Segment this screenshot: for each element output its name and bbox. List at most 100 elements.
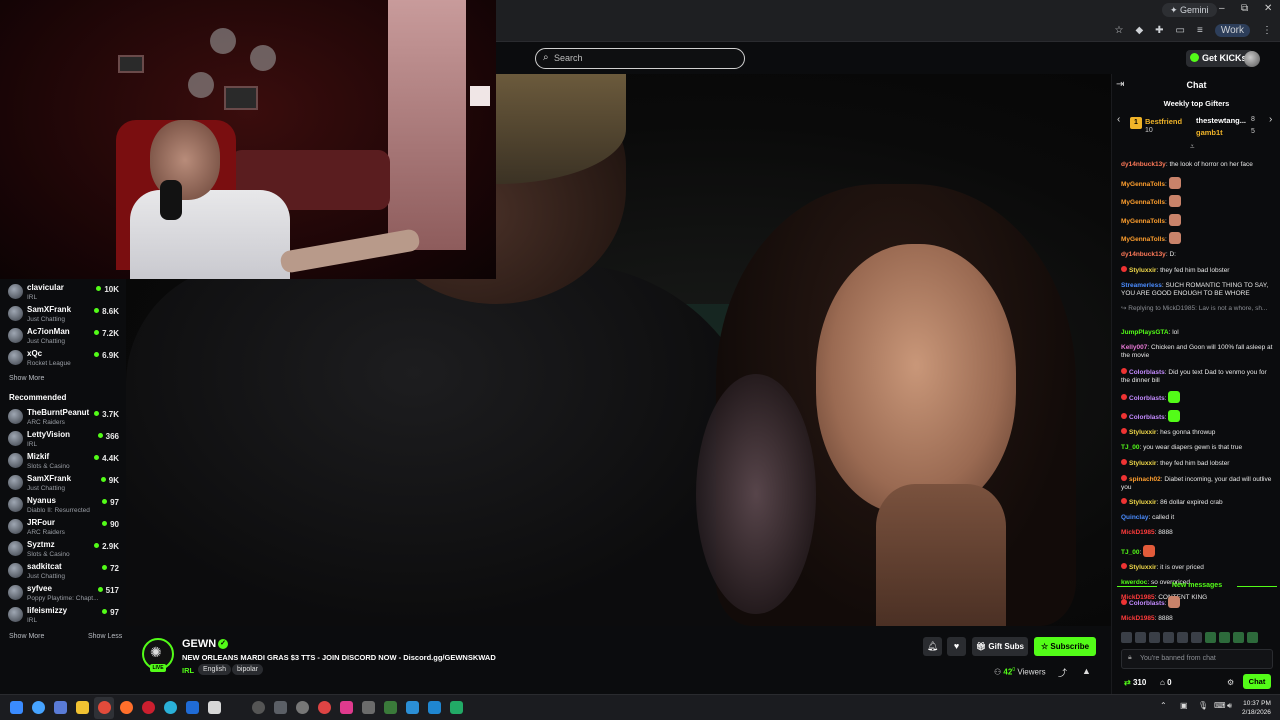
- settings-icon[interactable]: [274, 701, 287, 714]
- tag-english[interactable]: English: [198, 664, 231, 675]
- widgets-icon[interactable]: [54, 701, 67, 714]
- new-messages-divider[interactable]: New messages: [1117, 582, 1277, 589]
- app-icon[interactable]: [384, 701, 397, 714]
- get-kicks-button[interactable]: Get KICKs: [1186, 50, 1253, 67]
- tag-bipolar[interactable]: bipolar: [232, 664, 264, 675]
- emote[interactable]: [1247, 632, 1258, 643]
- chat-username[interactable]: Styluxxir: [1129, 499, 1156, 506]
- stream-category[interactable]: IRL: [182, 666, 194, 675]
- sidebar-channel[interactable]: LettyVision IRL 366: [8, 429, 122, 451]
- sidebar-channel[interactable]: syfvee Poppy Playtime: Chapt... 517: [8, 583, 122, 605]
- tray-chevron-icon[interactable]: ⌃: [1160, 701, 1167, 710]
- gift-subs-button[interactable]: 🎁︎ Gift Subs: [972, 637, 1028, 656]
- file-explorer-icon[interactable]: [76, 701, 89, 714]
- sidebar-channel[interactable]: SamXFrank Just Chatting 8.6K: [8, 304, 122, 326]
- sidebar-channel[interactable]: sadkitcat Just Chatting 72: [8, 561, 122, 583]
- menu-icon[interactable]: ⋮: [1262, 25, 1272, 36]
- chat-username[interactable]: spinach02: [1129, 476, 1161, 483]
- channel-name[interactable]: GEWN: [182, 638, 216, 650]
- chat-input[interactable]: 🔒︎ You're banned from chat: [1121, 649, 1273, 669]
- sidebar-channel[interactable]: xQc Rocket League 6.9K: [8, 348, 122, 370]
- gifter-name[interactable]: gamb1t: [1196, 128, 1223, 137]
- media-icon[interactable]: ≡: [1197, 25, 1203, 36]
- chat-username[interactable]: MickD1985: [1121, 615, 1155, 622]
- share-icon[interactable]: ⤴: [1058, 666, 1067, 679]
- report-icon[interactable]: ▲: [1082, 666, 1091, 676]
- app-icon[interactable]: [450, 701, 463, 714]
- sidebar-channel[interactable]: Mizkif Slots & Casino 4.4K: [8, 451, 122, 473]
- emote[interactable]: [1163, 632, 1174, 643]
- app-icon[interactable]: [362, 701, 375, 714]
- emote[interactable]: [1205, 632, 1216, 643]
- chrome-icon[interactable]: [98, 701, 111, 714]
- chat-username[interactable]: Styluxxir: [1129, 564, 1156, 571]
- show-less-link[interactable]: Show Less: [88, 633, 122, 640]
- edge-icon[interactable]: [164, 701, 177, 714]
- chat-username[interactable]: Kelly007: [1121, 344, 1147, 351]
- chevron-right-icon[interactable]: ›: [1269, 114, 1272, 125]
- notification-bell-icon[interactable]: 🔔︎: [923, 637, 942, 656]
- chevron-left-icon[interactable]: ‹: [1117, 114, 1120, 125]
- gifter-name[interactable]: thestewtang...: [1196, 116, 1246, 125]
- close-icon[interactable]: ✕: [1264, 3, 1272, 14]
- app-icon[interactable]: [296, 701, 309, 714]
- sidebar-channel[interactable]: Nyanus Diablo II: Resurrected 97: [8, 495, 122, 517]
- emote[interactable]: [1219, 632, 1230, 643]
- sidebar-channel[interactable]: clavicular IRL 10K: [8, 282, 122, 304]
- chat-username[interactable]: MyGennaTolls: [1121, 181, 1165, 188]
- chat-username[interactable]: Colorblasts: [1129, 600, 1165, 607]
- store-app-icon[interactable]: [186, 701, 199, 714]
- chat-username[interactable]: MyGennaTolls: [1121, 199, 1165, 206]
- app-icon[interactable]: [318, 701, 331, 714]
- chat-username[interactable]: MickD1985: [1121, 529, 1155, 536]
- app-icon[interactable]: [428, 701, 441, 714]
- chat-username[interactable]: TJ_00: [1121, 549, 1139, 556]
- system-clock[interactable]: 10:37 PM 2/18/2026: [1242, 699, 1271, 717]
- firefox-icon[interactable]: [120, 701, 133, 714]
- volume-icon[interactable]: 🔊︎: [1227, 701, 1232, 711]
- chat-username[interactable]: MyGennaTolls: [1121, 218, 1165, 225]
- puzzle-icon[interactable]: ✚: [1155, 25, 1163, 36]
- gifter-name[interactable]: Bestfriend: [1145, 117, 1182, 126]
- start-icon[interactable]: [10, 701, 23, 714]
- sidebar-channel[interactable]: SamXFrank Just Chatting 9K: [8, 473, 122, 495]
- network-icon[interactable]: ⌨: [1214, 701, 1226, 710]
- sidebar-channel[interactable]: TheBurntPeanut ARC Raiders 3.7K: [8, 407, 122, 429]
- restore-icon[interactable]: ⧉: [1241, 3, 1248, 14]
- tiktok-icon[interactable]: [340, 701, 353, 714]
- expand-icon[interactable]: ⩡: [1190, 142, 1195, 152]
- chat-username[interactable]: Colorblasts: [1129, 369, 1165, 376]
- chat-username[interactable]: Styluxxir: [1129, 267, 1156, 274]
- copilot-icon[interactable]: [32, 701, 45, 714]
- subscribe-button[interactable]: ☆ Subscribe: [1034, 637, 1096, 656]
- chat-username[interactable]: Colorblasts: [1129, 414, 1165, 421]
- chat-username[interactable]: Colorblasts: [1129, 395, 1165, 402]
- search-input[interactable]: ⌕ Search: [535, 48, 745, 69]
- emote[interactable]: [1191, 632, 1202, 643]
- channel-avatar[interactable]: ✺ LIVE: [142, 638, 174, 672]
- bookmark-star-icon[interactable]: ☆: [1114, 25, 1123, 36]
- chat-username[interactable]: Styluxxir: [1129, 460, 1156, 467]
- channel-points[interactable]: ⇄ 310: [1124, 678, 1146, 687]
- emote[interactable]: [1177, 632, 1188, 643]
- extension-icon[interactable]: ◆: [1135, 25, 1143, 36]
- notepad-icon[interactable]: [208, 701, 221, 714]
- gear-icon[interactable]: ⚙: [1227, 678, 1234, 687]
- profile-button[interactable]: Work: [1214, 24, 1250, 37]
- user-avatar[interactable]: [1244, 51, 1260, 67]
- chat-send-button[interactable]: Chat: [1243, 674, 1271, 689]
- chat-username[interactable]: JumpPlaysGTA: [1121, 329, 1169, 336]
- emote[interactable]: [1233, 632, 1244, 643]
- opera-icon[interactable]: [142, 701, 155, 714]
- emote[interactable]: [1149, 632, 1160, 643]
- sidebar-channel[interactable]: Syztmz Slots & Casino 2.9K: [8, 539, 122, 561]
- sidebar-channel[interactable]: Ac7ionMan Just Chatting 7.2K: [8, 326, 122, 348]
- chat-username[interactable]: Streamerless: [1121, 282, 1162, 289]
- chat-username[interactable]: dy14nbuck13y: [1121, 161, 1166, 168]
- show-more-link[interactable]: Show More: [9, 375, 44, 382]
- tray-app-icon[interactable]: ▣: [1180, 701, 1188, 710]
- store-button[interactable]: ⌂ 0: [1160, 678, 1172, 687]
- emote[interactable]: [1135, 632, 1146, 643]
- show-more-recommended[interactable]: Show More: [9, 633, 44, 640]
- gemini-button[interactable]: ✦ Gemini: [1162, 3, 1217, 17]
